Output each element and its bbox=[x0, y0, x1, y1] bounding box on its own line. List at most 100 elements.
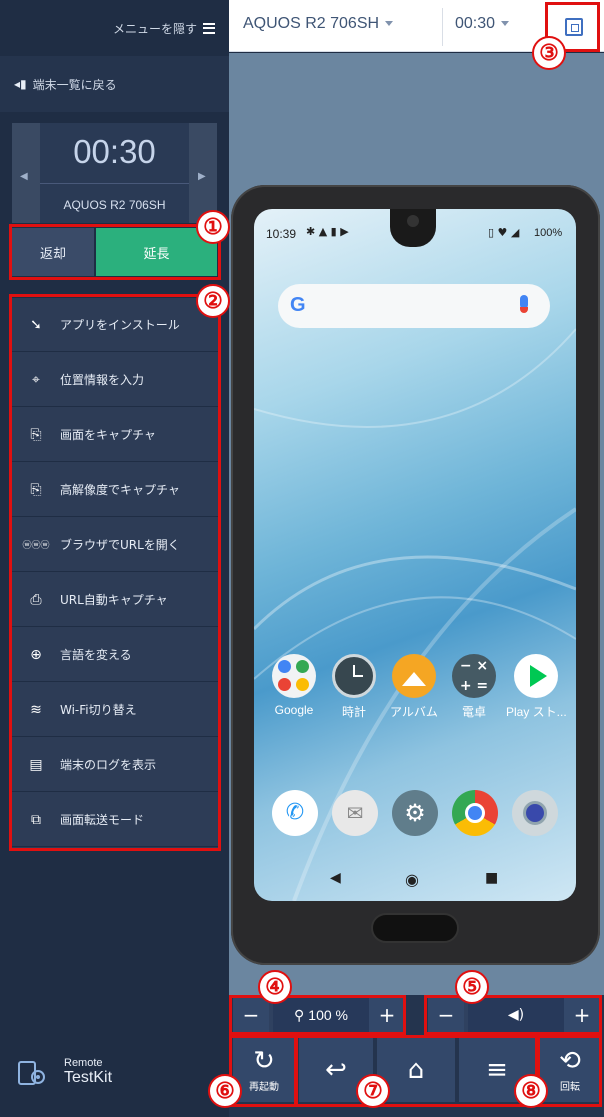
back-label: 端末一覧に戻る bbox=[32, 77, 117, 92]
menu-icon: ≡ bbox=[486, 1055, 508, 1085]
menu-capture[interactable]: ⎘ 画面をキャプチャ bbox=[12, 408, 219, 462]
globe-icon: ⊕ bbox=[30, 646, 42, 663]
app-label: Google bbox=[274, 703, 314, 717]
timer-divider bbox=[40, 183, 189, 184]
wifi-icon: ≋ bbox=[30, 701, 42, 718]
volume-down-button[interactable]: − bbox=[428, 998, 464, 1032]
menu-install-app[interactable]: ➘ アプリをインストール bbox=[12, 298, 219, 352]
device-model-dropdown[interactable]: AQUOS R2 706SH bbox=[243, 15, 394, 33]
signal-icons: ▯ ♥ ◢ bbox=[488, 226, 520, 239]
return-button[interactable]: 返却 bbox=[12, 228, 94, 276]
annotation-number-4: ④ bbox=[258, 970, 292, 1004]
annotation-number-2: ② bbox=[196, 284, 230, 318]
battery-level: 100% bbox=[534, 227, 563, 239]
chrome-icon[interactable] bbox=[452, 790, 498, 836]
annotation-number-1: ① bbox=[196, 210, 230, 244]
camera-notch bbox=[390, 209, 436, 247]
topbar-divider bbox=[442, 8, 443, 46]
timer-next-icon[interactable]: ▶ bbox=[198, 171, 206, 182]
app-root: メニューを隠す ◂▮ 端末一覧に戻る ◀ ▶ 00:30 AQUOS R2 70… bbox=[0, 0, 604, 1117]
app-label: 時計 bbox=[341, 705, 366, 719]
restart-button[interactable]: ↻ 再起動 bbox=[233, 1038, 295, 1102]
menu-url-auto-capture[interactable]: ⎙ URL自動キャプチャ bbox=[12, 573, 219, 627]
rotate-label: 回転 bbox=[560, 1081, 580, 1093]
zoom-level: ⚲ 100 % bbox=[273, 998, 369, 1032]
clock-icon bbox=[332, 654, 376, 698]
camera-icon[interactable] bbox=[512, 790, 558, 836]
capture-icon: ⎘ bbox=[30, 426, 42, 443]
install-icon: ➘ bbox=[30, 316, 42, 333]
android-recents-icon[interactable]: ■ bbox=[485, 870, 498, 886]
menu-label: 画面をキャプチャ bbox=[60, 428, 156, 442]
zoom-out-button[interactable]: − bbox=[233, 998, 269, 1032]
menu-device-log[interactable]: ▤ 端末のログを表示 bbox=[12, 738, 219, 792]
log-icon: ▤ bbox=[29, 756, 43, 773]
restart-icon: ↻ bbox=[253, 1045, 275, 1076]
menu-open-url[interactable]: ⓦⓦⓦ ブラウザでURLを開く bbox=[12, 518, 219, 572]
menu-label: URL自動キャプチャ bbox=[60, 593, 168, 607]
menu-label: 高解像度でキャプチャ bbox=[60, 483, 180, 497]
speaker-icon: ◀) bbox=[468, 998, 564, 1032]
logo-icon bbox=[18, 1061, 45, 1085]
app-google[interactable]: Google bbox=[264, 654, 324, 717]
app-label: 電卓 bbox=[461, 705, 486, 719]
back-list-icon: ◂▮ bbox=[14, 77, 27, 91]
annotation-number-8: ⑧ bbox=[514, 1074, 548, 1108]
app-calculator[interactable]: − × + = 電卓 bbox=[444, 654, 504, 720]
menu-label: ブラウザでURLを開く bbox=[60, 538, 180, 552]
restart-label: 再起動 bbox=[249, 1081, 279, 1093]
back-to-device-list[interactable]: ◂▮ 端末一覧に戻る bbox=[0, 56, 229, 112]
menu-wifi[interactable]: ≋ Wi-Fi切り替え bbox=[12, 683, 219, 737]
volume-control: − ◀) + bbox=[428, 998, 600, 1032]
menu-hires-capture[interactable]: ⎘ 高解像度でキャプチャ bbox=[12, 463, 219, 517]
fullscreen-icon[interactable] bbox=[565, 18, 583, 36]
google-search-bar[interactable]: G bbox=[278, 284, 550, 328]
menu-location[interactable]: ⌖ 位置情報を入力 bbox=[12, 353, 219, 407]
rotate-button[interactable]: ⟲ 回転 bbox=[539, 1038, 601, 1102]
logo-line1: Remote bbox=[64, 1057, 103, 1069]
rotate-icon: ⟲ bbox=[559, 1045, 581, 1076]
menu-label: Wi-Fi切り替え bbox=[60, 703, 137, 717]
mic-icon[interactable] bbox=[520, 295, 528, 313]
zoom-in-button[interactable]: + bbox=[369, 998, 405, 1032]
app-label: アルバム bbox=[390, 705, 438, 719]
zoom-control: − ⚲ 100 % + bbox=[233, 998, 405, 1032]
transfer-icon: ⧉ bbox=[31, 811, 41, 828]
album-icon bbox=[392, 654, 436, 698]
volume-up-button[interactable]: + bbox=[564, 998, 600, 1032]
android-home-icon[interactable]: ◉ bbox=[405, 870, 419, 889]
back-arrow-icon: ↩ bbox=[325, 1055, 347, 1085]
menu-label: 画面転送モード bbox=[60, 813, 145, 827]
menu-screen-transfer[interactable]: ⧉ 画面転送モード bbox=[12, 793, 219, 847]
menu-language[interactable]: ⊕ 言語を変える bbox=[12, 628, 219, 682]
timer-prev-icon[interactable]: ◀ bbox=[20, 171, 28, 182]
function-menu: ➘ アプリをインストール ⌖ 位置情報を入力 ⎘ 画面をキャプチャ ⎘ 高解像度でキャプ… bbox=[12, 298, 219, 848]
menu-label: アプリをインストール bbox=[60, 318, 180, 332]
annotation-number-3: ③ bbox=[532, 36, 566, 70]
remote-testkit-logo: Remote TestKit bbox=[18, 1055, 118, 1095]
model-label: AQUOS R2 706SH bbox=[243, 15, 380, 32]
phone-icon[interactable]: ✆ bbox=[272, 790, 318, 836]
hide-menu-button[interactable]: メニューを隠す bbox=[0, 0, 229, 56]
softbank-mail-icon[interactable]: ✉ bbox=[332, 790, 378, 836]
remaining-time: 00:30 bbox=[73, 133, 156, 170]
chevron-down-icon bbox=[501, 21, 510, 27]
status-time: 10:39 bbox=[266, 227, 297, 241]
app-album[interactable]: アルバム bbox=[384, 654, 444, 720]
menu-label: 言語を変える bbox=[60, 648, 132, 662]
menu-label: 位置情報を入力 bbox=[60, 373, 145, 387]
chevron-down-icon bbox=[385, 21, 394, 27]
time-dropdown[interactable]: 00:30 bbox=[455, 15, 510, 33]
physical-home-button[interactable] bbox=[371, 913, 459, 943]
app-play-store[interactable]: Play スト... bbox=[506, 654, 567, 720]
url-capture-icon: ⎙ bbox=[30, 591, 42, 608]
android-back-icon[interactable]: ◀ bbox=[330, 870, 341, 886]
status-icons: ✱ ▲ ▮ ▶ bbox=[306, 225, 349, 238]
location-icon: ⌖ bbox=[32, 371, 40, 388]
app-clock[interactable]: 時計 bbox=[324, 654, 384, 720]
settings-icon[interactable]: ⚙ bbox=[392, 790, 438, 836]
menu-label: 端末のログを表示 bbox=[60, 758, 157, 772]
timer-panel: ◀ ▶ 00:30 AQUOS R2 706SH bbox=[12, 123, 217, 223]
app-label: Play スト... bbox=[506, 705, 567, 719]
play-store-icon bbox=[514, 654, 558, 698]
